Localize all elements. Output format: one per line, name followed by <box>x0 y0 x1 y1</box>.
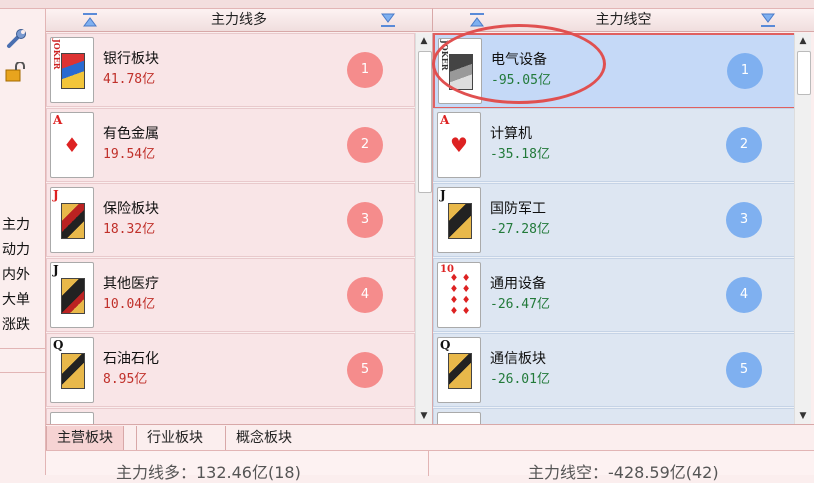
sector-name: 通用设备 <box>490 276 546 292</box>
long-row-partial[interactable] <box>46 408 415 424</box>
jack-clubs-card-icon: J <box>50 262 94 328</box>
sector-value: 18.32亿 <box>103 222 156 237</box>
sector-value: 19.54亿 <box>103 147 156 162</box>
rank-badge: 1 <box>347 52 383 88</box>
side-label-rise-fall[interactable]: 涨跌 <box>2 315 30 335</box>
scroll-thumb[interactable] <box>797 51 811 95</box>
tab-main-sectors[interactable]: 主营板块 <box>46 426 124 451</box>
short-list-scrollbar[interactable]: ▲ ▼ <box>794 33 811 424</box>
short-row-3[interactable]: J 国防军工 -27.28亿 3 <box>433 183 794 257</box>
short-row-partial[interactable] <box>433 408 794 424</box>
expand-down-icon[interactable] <box>380 12 396 28</box>
side-label-big-order[interactable]: 大单 <box>2 290 30 310</box>
sector-value: 10.04亿 <box>103 297 156 312</box>
sector-name: 通信板块 <box>490 351 546 367</box>
jack-hearts-card-icon: J <box>50 187 94 253</box>
sector-value: 41.78亿 <box>103 72 156 87</box>
scroll-down-icon[interactable]: ▼ <box>416 408 432 424</box>
side-label-momentum[interactable]: 动力 <box>2 240 30 260</box>
wrench-icon[interactable] <box>6 28 28 50</box>
summary-divider <box>428 451 429 476</box>
sector-value: 8.95亿 <box>103 372 148 387</box>
sector-name: 保险板块 <box>103 201 159 217</box>
rank-badge: 2 <box>726 127 762 163</box>
long-list-scrollbar[interactable]: ▲ ▼ <box>415 33 432 424</box>
summary-bar: 主力线多：132.46亿(18) 主力线空：-428.59亿(42) <box>46 450 814 482</box>
sector-name: 国防军工 <box>490 201 546 217</box>
ace-hearts-card-icon: A ♥ <box>437 112 481 178</box>
card-icon <box>437 412 481 424</box>
left-topbar <box>0 0 46 9</box>
long-panel-header: 主力线多 <box>46 8 432 32</box>
rank-badge: 2 <box>347 127 383 163</box>
sector-name: 计算机 <box>490 126 532 142</box>
long-row-2[interactable]: A ♦ 有色金属 19.54亿 2 <box>46 108 415 182</box>
rank-badge: 5 <box>726 352 762 388</box>
rank-badge: 4 <box>726 277 762 313</box>
short-row-4[interactable]: 10 ♦ ♦ ♦ ♦ ♦ ♦ ♦ ♦ 通用设备 -26.47亿 4 <box>433 258 794 332</box>
short-summary: 主力线空：-428.59亿(42) <box>528 463 719 482</box>
scroll-up-icon[interactable]: ▲ <box>416 33 432 49</box>
sector-value: -26.47亿 <box>490 297 550 312</box>
long-row-3[interactable]: J 保险板块 18.32亿 3 <box>46 183 415 257</box>
rank-badge: 5 <box>347 352 383 388</box>
tab-industry-sectors[interactable]: 行业板块 <box>136 426 213 450</box>
queen-clubs-card-icon: Q <box>50 337 94 403</box>
card-icon <box>50 412 94 424</box>
expand-down-icon[interactable] <box>760 12 776 28</box>
sector-name: 银行板块 <box>103 51 159 67</box>
rank-badge: 3 <box>347 202 383 238</box>
sector-value: -35.18亿 <box>490 147 550 162</box>
side-label-inner-outer[interactable]: 内外 <box>2 265 30 285</box>
joker-card-icon: JOKER <box>50 37 94 103</box>
long-list: JOKER 银行板块 41.78亿 1 A ♦ 有色金属 19.54亿 2 J … <box>46 33 415 424</box>
sector-name: 石油石化 <box>103 351 159 367</box>
sector-value: -27.28亿 <box>490 222 550 237</box>
long-summary: 主力线多：132.46亿(18) <box>116 463 301 482</box>
long-row-5[interactable]: Q 石油石化 8.95亿 5 <box>46 333 415 407</box>
rank-badge: 1 <box>727 53 763 89</box>
queen-spades-card-icon: Q <box>437 337 481 403</box>
top-strip <box>46 0 814 8</box>
short-row-2[interactable]: A ♥ 计算机 -35.18亿 2 <box>433 108 794 182</box>
long-row-1[interactable]: JOKER 银行板块 41.78亿 1 <box>46 33 415 107</box>
side-label-main-force[interactable]: 主力 <box>2 215 30 235</box>
side-divider <box>0 348 46 349</box>
jack-spades-card-icon: J <box>437 187 481 253</box>
left-sidebar: 主力 动力 内外 大单 涨跌 <box>0 0 46 475</box>
rank-badge: 3 <box>726 202 762 238</box>
long-panel-title: 主力线多 <box>211 12 267 28</box>
long-row-4[interactable]: J 其他医疗 10.04亿 4 <box>46 258 415 332</box>
scroll-up-icon[interactable]: ▲ <box>795 33 811 49</box>
sector-tab-bar: 主营板块 行业板块 概念板块 <box>46 424 814 451</box>
ace-diamonds-card-icon: A ♦ <box>50 112 94 178</box>
short-row-5[interactable]: Q 通信板块 -26.01亿 5 <box>433 333 794 407</box>
scroll-thumb[interactable] <box>418 51 432 193</box>
sector-name: 有色金属 <box>103 126 159 142</box>
tab-concept-sectors[interactable]: 概念板块 <box>225 426 302 450</box>
side-divider <box>0 372 46 373</box>
sector-name: 其他医疗 <box>103 276 159 292</box>
unlock-icon[interactable] <box>4 61 28 82</box>
highlight-annotation <box>432 24 606 104</box>
ten-diamonds-card-icon: 10 ♦ ♦ ♦ ♦ ♦ ♦ ♦ ♦ <box>437 262 481 328</box>
rank-badge: 4 <box>347 277 383 313</box>
sector-value: -26.01亿 <box>490 372 550 387</box>
scroll-down-icon[interactable]: ▼ <box>795 408 811 424</box>
